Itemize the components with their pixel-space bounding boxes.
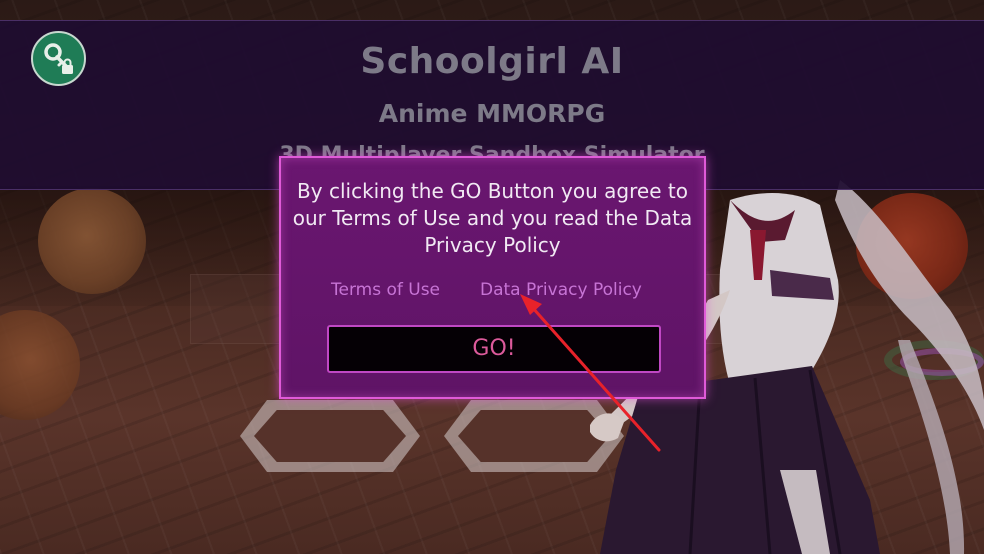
go-button[interactable]: GO! [327,325,661,373]
terms-of-use-link[interactable]: Terms of Use [331,280,440,300]
scene-hex-marker-left [240,400,420,472]
game-subtitle: Anime MMORPG [378,99,606,128]
legal-links: Terms of Use Data Privacy Policy [281,280,704,304]
game-title: Schoolgirl AI [360,41,624,82]
data-privacy-policy-link[interactable]: Data Privacy Policy [480,280,642,300]
consent-message: By clicking the GO Button you agree to o… [292,179,693,257]
key-lock-icon [43,42,73,74]
scene-orb-left [38,188,146,294]
account-key-button[interactable] [31,31,86,86]
consent-dialog: By clicking the GO Button you agree to o… [279,156,706,399]
scene-orb-left-lower [0,310,80,420]
